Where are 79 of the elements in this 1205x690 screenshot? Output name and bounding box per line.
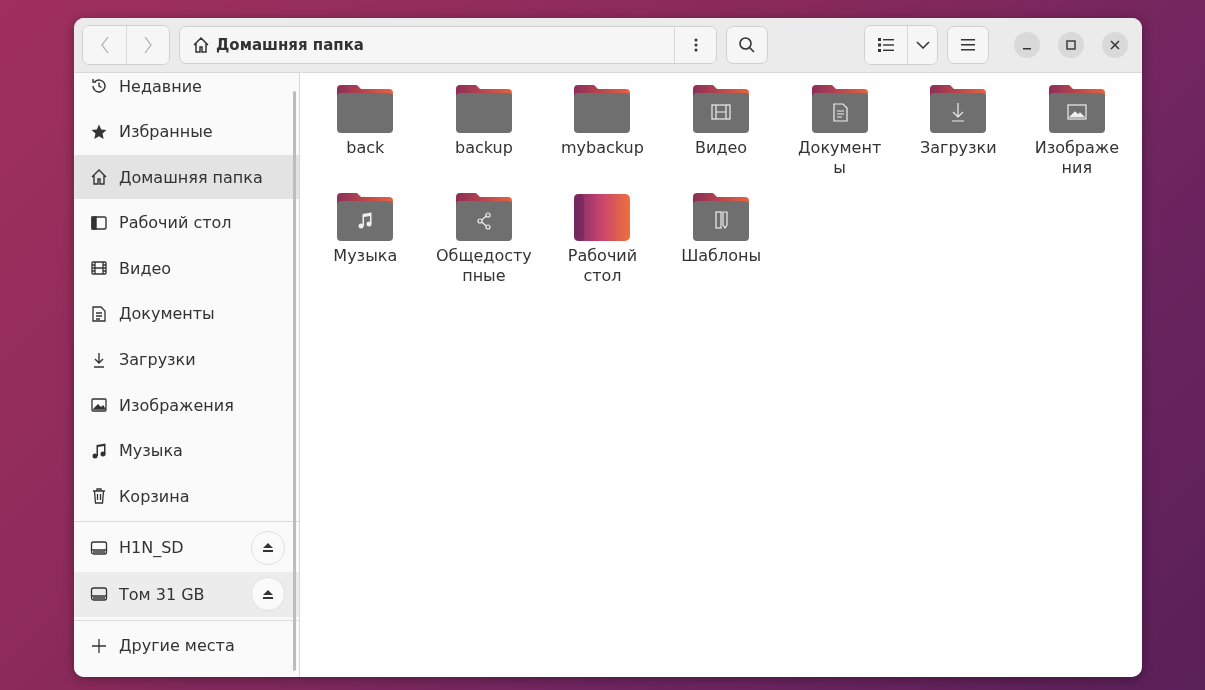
breadcrumb-button[interactable]: Домашняя папка: [180, 27, 674, 63]
folder-label: Изображе ния: [1034, 138, 1120, 178]
folder-icon: [693, 192, 750, 242]
image-icon: [90, 396, 108, 415]
sidebar-item[interactable]: Избранные: [74, 109, 299, 154]
menu-button[interactable]: [947, 26, 989, 64]
folder-label: backup: [454, 138, 513, 158]
sidebar-item[interactable]: Том 31 GB: [74, 571, 299, 617]
eject-icon: [263, 543, 273, 553]
chevron-right-icon: [143, 36, 153, 54]
folder-item[interactable]: back: [306, 84, 425, 178]
trash-icon: [90, 487, 108, 506]
drive-icon: [90, 538, 108, 557]
folder-label: mybackup: [561, 138, 644, 158]
sidebar-item[interactable]: Домашняя папка: [74, 155, 299, 200]
folder-item[interactable]: backup: [424, 84, 544, 178]
folder-label: Музыка: [333, 246, 398, 266]
minimize-icon: [1023, 47, 1031, 50]
plus-icon: [90, 636, 108, 655]
film-icon: [90, 259, 108, 278]
eject-icon: [263, 589, 273, 599]
desktop-folder-icon: [574, 192, 631, 242]
folder-label: Документ ы: [798, 138, 882, 178]
kebab-menu-icon: [693, 38, 698, 52]
caret-icon: [915, 41, 930, 49]
folder-item[interactable]: Изображе ния: [1017, 84, 1137, 178]
folder-item[interactable]: Музыка: [306, 192, 425, 286]
sidebar-item[interactable]: H1N_SD: [74, 525, 299, 571]
maximize-button[interactable]: [1058, 32, 1084, 58]
drive-icon: [90, 585, 108, 604]
other-locations-item[interactable]: Другие места: [74, 623, 299, 668]
sidebar-item[interactable]: Корзина: [74, 474, 299, 519]
clock-icon: [90, 77, 108, 95]
close-icon: [1110, 40, 1120, 50]
sidebar-item[interactable]: Видео: [74, 246, 299, 291]
folder-item[interactable]: Документ ы: [780, 84, 899, 178]
eject-button[interactable]: [251, 530, 285, 565]
folder-icon: [811, 84, 868, 134]
sidebar-item[interactable]: Загрузки: [74, 337, 299, 382]
folder-item[interactable]: Шаблоны: [661, 192, 781, 286]
minimize-button[interactable]: [1014, 32, 1040, 58]
menu-icon: [961, 39, 975, 51]
folder-label: Общедосту пные: [436, 246, 532, 286]
chevron-left-icon: [99, 36, 110, 54]
folder-label: Шаблоны: [681, 246, 761, 266]
sidebar-item[interactable]: Изображения: [74, 383, 299, 428]
folder-item[interactable]: Рабочий стол: [543, 192, 662, 286]
folder-item[interactable]: Загрузки: [898, 84, 1018, 178]
folder-icon: [455, 84, 512, 134]
folder-item[interactable]: mybackup: [543, 84, 662, 178]
folder-icon: [337, 192, 394, 242]
folder-label: back: [346, 138, 385, 158]
desktop-icon: [90, 213, 108, 232]
eject-button[interactable]: [251, 577, 285, 612]
sidebar-item[interactable]: Недавние: [74, 64, 299, 108]
folder-icon: [574, 84, 631, 134]
close-button[interactable]: [1102, 32, 1128, 58]
folder-label: Загрузки: [919, 138, 997, 158]
search-button[interactable]: [726, 26, 768, 64]
folder-item[interactable]: Видео: [661, 84, 781, 178]
folder-label: Рабочий стол: [567, 246, 638, 286]
sidebar-item[interactable]: Документы: [74, 291, 299, 336]
folder-item[interactable]: Общедосту пные: [424, 192, 544, 286]
folder-label: Видео: [695, 138, 748, 158]
folder-icon: [337, 84, 394, 134]
folder-icon: [693, 84, 750, 134]
list-icon: [878, 38, 894, 52]
search-icon: [738, 36, 756, 54]
folder-icon: [1048, 84, 1105, 134]
home-icon: [90, 168, 108, 187]
folder-icon: [930, 84, 987, 134]
scrollbar[interactable]: [293, 91, 296, 671]
sidebar-item[interactable]: Рабочий стол: [74, 200, 299, 245]
folder-icon: [455, 192, 512, 242]
music-note-icon: [90, 441, 108, 460]
sidebar-item[interactable]: Музыка: [74, 428, 299, 473]
maximize-icon: [1066, 40, 1076, 50]
document-icon: [90, 304, 108, 323]
home-icon: [192, 36, 210, 54]
